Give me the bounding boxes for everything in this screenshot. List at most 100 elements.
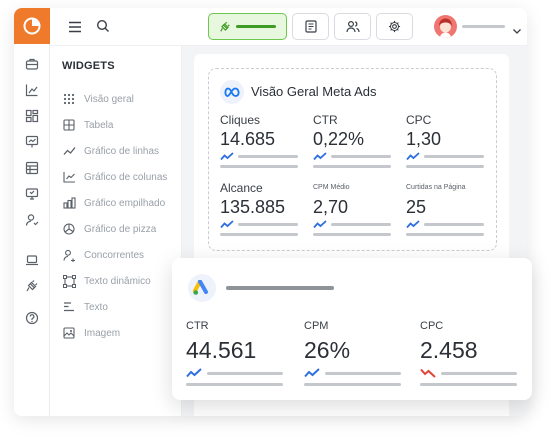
document-icon [304,20,317,33]
placeholder-bar [220,165,298,168]
widget-item-table[interactable]: Tabela [62,117,113,133]
presentation-icon[interactable] [23,133,41,151]
metric-value: 0,22% [313,129,365,149]
trend-up-indicator [220,220,298,229]
trend-down-indicator [420,368,517,378]
metric-alcance: Alcance 135.885 [220,181,298,236]
metric-label: CTR [186,320,209,332]
user-icon[interactable] [23,211,41,229]
grid-dots-icon [62,92,76,106]
text-icon [62,300,76,314]
laptop-icon[interactable] [23,251,41,269]
trend-up-indicator [304,368,401,378]
connect-button[interactable] [208,13,287,40]
ads-metric-cpc: CPC 2.458 [420,320,517,386]
widget-item-text[interactable]: Texto [62,299,108,315]
chevron-down-icon[interactable] [512,22,522,40]
document-button[interactable] [292,13,329,40]
stacked-chart-icon [62,196,76,210]
user-name-placeholder [462,25,505,28]
logo-icon [23,17,41,35]
trend-up-indicator [406,220,484,229]
analytics-icon[interactable] [23,81,41,99]
trend-up-icon [313,152,327,161]
pie-chart-icon [62,222,76,236]
widgets-title: WIDGETS [62,60,115,72]
widget-item-dynamic-text[interactable]: Texto dinâmico [62,273,151,289]
help-icon[interactable] [23,309,41,327]
button-placeholder-bar [236,25,276,28]
google-ads-card[interactable]: CTR 44.561 CPM 26% CPC 2.458 [172,258,532,400]
trend-up-icon [220,220,234,229]
competitors-icon [62,248,76,262]
widget-item-competitors[interactable]: Concorrentes [62,247,144,263]
widget-item-image[interactable]: Imagem [62,325,120,341]
table-icon [62,118,76,132]
trend-up-icon [304,368,320,378]
placeholder-bar [406,165,484,168]
widget-item-label: Tabela [84,119,114,131]
placeholder-bar [220,233,298,236]
settings-button[interactable] [376,13,413,40]
users-icon [345,20,360,33]
metric-value: 135.885 [220,197,286,217]
trend-up-icon [313,220,327,229]
widget-item-column-chart[interactable]: Gráfico de colunas [62,169,167,185]
dynamic-text-icon [62,274,76,288]
plug-icon[interactable] [23,277,41,295]
ads-metric-ctr: CTR 44.561 [186,320,283,386]
gear-icon [388,20,401,33]
brand-logo[interactable] [14,8,50,44]
metric-label: Cliques [220,113,261,127]
metric-value: 14.685 [220,129,276,149]
trend-up-indicator [313,220,391,229]
trend-up-icon [220,152,234,161]
metric-label: Curtidas na Página [406,184,466,191]
briefcase-icon[interactable] [23,55,41,73]
widget-item-label: Texto [84,301,108,313]
avatar[interactable] [434,15,457,38]
line-chart-icon [62,144,76,158]
widget-item-label: Gráfico de linhas [84,145,160,157]
metric-label: CPC [406,113,432,127]
trend-down-icon [420,368,436,378]
metric-label: CPM [304,320,329,332]
meta-logo-icon [220,80,244,104]
users-button[interactable] [334,13,371,40]
widget-item-label: Visão geral [84,93,134,105]
trend-up-indicator [313,152,391,161]
trend-up-icon [406,152,420,161]
google-ads-logo-icon [188,274,216,302]
meta-ads-card[interactable]: Visão Geral Meta Ads Cliques 14.685 CTR … [208,68,497,251]
metric-label: CTR [313,113,338,127]
metric-ctr: CTR 0,22% [313,113,391,168]
trend-up-icon [186,368,202,378]
metric-value: 44.561 [186,337,257,363]
widget-item-overview[interactable]: Visão geral [62,91,134,107]
meta-card-title: Visão Geral Meta Ads [251,84,377,99]
tv-icon[interactable] [23,185,41,203]
ads-metric-cpm: CPM 26% [304,320,401,386]
placeholder-bar [420,383,517,386]
metric-value: 25 [406,197,427,217]
placeholder-bar [313,165,391,168]
image-icon [62,326,76,340]
report-list-icon[interactable] [23,159,41,177]
widget-item-stacked-chart[interactable]: Gráfico empilhado [62,195,165,211]
card-title-placeholder [226,286,334,290]
dashboard-icon[interactable] [23,107,41,125]
menu-icon[interactable] [68,20,82,38]
widget-item-line-chart[interactable]: Gráfico de linhas [62,143,159,159]
metric-value: 26% [304,337,351,363]
metric-cpc: CPC 1,30 [406,113,484,168]
trend-up-icon [406,220,420,229]
widget-item-pie-chart[interactable]: Gráfico de pizza [62,221,156,237]
search-icon[interactable] [96,19,110,38]
column-chart-icon [62,170,76,184]
metric-cpm-medio: CPM Médio 2,70 [313,181,391,236]
widget-item-label: Gráfico empilhado [84,197,166,209]
placeholder-bar [406,233,484,236]
widget-item-label: Gráfico de pizza [84,223,157,235]
icon-rail [14,8,50,416]
placeholder-bar [304,383,401,386]
